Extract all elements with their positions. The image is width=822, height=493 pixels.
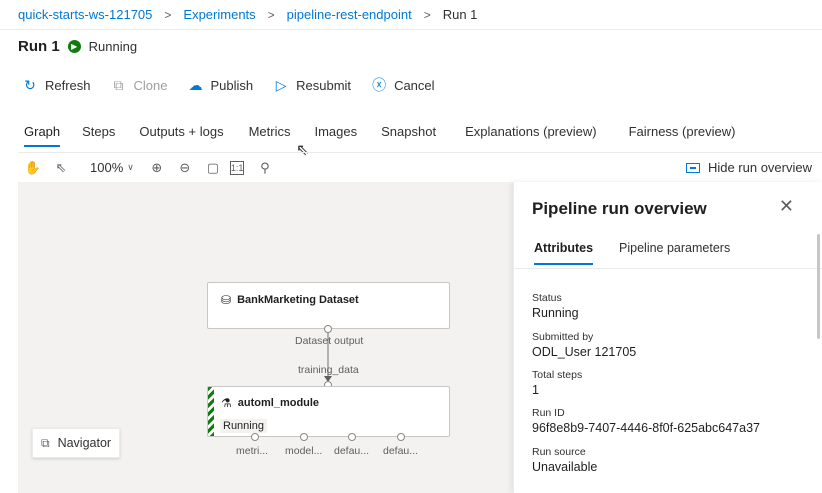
panel-divider [514,268,822,269]
module-status-badge: Running [220,419,267,433]
breadcrumb-workspace[interactable]: quick-starts-ws-121705 [18,7,152,22]
attr-value: 96f8e8b9-7407-4446-8f0f-625abc647a37 [532,421,760,435]
navigator-icon: ⧉ [41,435,50,450]
attr-status: Status Running [532,292,579,320]
attr-value: Running [532,306,579,320]
command-bar: ↻ Refresh ⧉ Clone ☁ Publish ▷ Resubmit ⓧ… [22,75,434,95]
run-overview-panel: Pipeline run overview ✕ Attributes Pipel… [513,182,822,493]
tab-explanations[interactable]: Explanations (preview) [465,124,597,147]
zoom-in-icon[interactable]: ⊕ [146,160,168,176]
status-text: Running [88,39,138,54]
panel-title: Pipeline run overview [532,199,707,218]
graph-toolbar: ✋ ⇖ 100% ∨ ⊕ ⊖ ▢ 1:1 ⚲ Hide run overview [18,152,822,182]
tab-fairness[interactable]: Fairness (preview) [629,124,736,147]
clone-icon: ⧉ [113,76,124,93]
tab-outputs-logs[interactable]: Outputs + logs [139,124,223,147]
output-port-metrics[interactable] [251,433,259,441]
clone-button[interactable]: ⧉ Clone [111,77,168,94]
close-icon[interactable]: ✕ [779,196,794,217]
actual-size-icon[interactable]: 1:1 [229,160,244,175]
automl-module-node[interactable]: ⚗ automl_module Running [207,386,450,437]
pan-hand-icon[interactable]: ✋ [22,160,44,176]
attr-value: 1 [532,383,539,397]
output-label-model: model... [285,445,323,457]
panel-scrollbar[interactable] [817,234,820,339]
running-progress-stripe [208,387,214,436]
refresh-icon: ↻ [24,76,36,93]
breadcrumb-experiment[interactable]: pipeline-rest-endpoint [287,7,412,22]
module-node-label: automl_module [237,397,320,409]
title-row: Run 1 ▶ Running [18,38,137,55]
training-data-label: training_data [298,364,359,376]
module-node-title: ⚗ automl_module [221,396,319,410]
tab-snapshot[interactable]: Snapshot [381,124,436,147]
attr-label: Run source [532,446,586,458]
dataset-node-title: ⛁ BankMarketing Dataset [221,293,359,307]
output-port-model[interactable] [300,433,308,441]
chevron-down-icon: ∨ [127,162,134,172]
publish-label: Publish [210,77,254,93]
select-pointer-icon[interactable]: ⇖ [50,160,72,176]
breadcrumb-run: Run 1 [442,7,478,22]
automl-icon: ⚗ [221,396,232,410]
attr-label: Run ID [532,407,565,419]
dataset-node-label: BankMarketing Dataset [237,294,359,306]
output-label-default-1: defau... [334,445,370,457]
cancel-button[interactable]: ⓧ Cancel [371,75,434,95]
publish-button[interactable]: ☁ Publish [188,77,254,94]
navigator-label: Navigator [57,436,112,450]
attr-label: Submitted by [532,331,594,343]
dataset-output-port[interactable] [324,325,332,333]
zoom-value: 100% [90,160,124,175]
resubmit-label: Resubmit [296,77,352,93]
output-port-default-1[interactable] [348,433,356,441]
fit-to-screen-icon[interactable]: ▢ [202,160,224,176]
run-tabs: Graph Steps Outputs + logs Metrics Image… [24,124,736,147]
attr-submitted-by: Submitted by ODL_User 121705 [532,331,636,359]
running-status-icon: ▶ [67,40,81,53]
breadcrumb-separator: > [423,7,431,22]
cancel-label: Cancel [394,77,435,93]
tab-attributes[interactable]: Attributes [534,241,594,265]
attr-run-id: Run ID 96f8e8b9-7407-4446-8f0f-625abc647… [532,407,760,435]
panel-toggle-icon [685,162,700,173]
hide-run-overview-button[interactable]: Hide run overview [685,160,812,175]
navigator-button[interactable]: ⧉ Navigator [32,428,121,458]
zoom-out-icon[interactable]: ⊖ [174,160,196,176]
hide-run-overview-label: Hide run overview [707,160,812,175]
pipeline-graph-canvas[interactable]: ⛁ BankMarketing Dataset Dataset output t… [18,182,513,493]
cloud-upload-icon: ☁ [188,76,203,93]
tab-pipeline-parameters[interactable]: Pipeline parameters [619,241,730,265]
play-icon: ▷ [275,76,287,93]
cancel-icon: ⓧ [372,77,387,93]
dataset-output-label: Dataset output [295,335,364,347]
resubmit-button[interactable]: ▷ Resubmit [273,77,351,94]
attr-value: ODL_User 121705 [532,345,637,359]
zoom-dropdown[interactable]: 100% ∨ [90,160,134,175]
refresh-button[interactable]: ↻ Refresh [22,76,91,94]
search-icon[interactable]: ⚲ [254,160,276,176]
clone-label: Clone [133,77,168,93]
database-icon: ⛁ [221,293,232,307]
dataset-node[interactable]: ⛁ BankMarketing Dataset [207,282,450,329]
output-label-default-2: defau... [383,445,419,457]
breadcrumb: quick-starts-ws-121705 > Experiments > p… [0,0,822,30]
panel-tabs: Attributes Pipeline parameters [534,241,730,265]
attr-label: Total steps [532,369,583,381]
attr-label: Status [532,292,562,304]
breadcrumb-separator: > [267,7,275,22]
refresh-label: Refresh [45,77,91,93]
tab-metrics[interactable]: Metrics [249,124,291,147]
attr-value: Unavailable [532,460,598,474]
output-port-default-2[interactable] [397,433,405,441]
breadcrumb-experiments[interactable]: Experiments [183,7,255,22]
attr-run-source: Run source Unavailable [532,446,597,474]
tab-graph[interactable]: Graph [24,124,61,147]
tab-images[interactable]: Images [314,124,357,147]
attr-total-steps: Total steps 1 [532,369,582,397]
tab-steps[interactable]: Steps [82,124,115,147]
breadcrumb-separator: > [164,7,172,22]
page-title: Run 1 [18,38,60,55]
output-label-metrics: metri... [236,445,269,457]
